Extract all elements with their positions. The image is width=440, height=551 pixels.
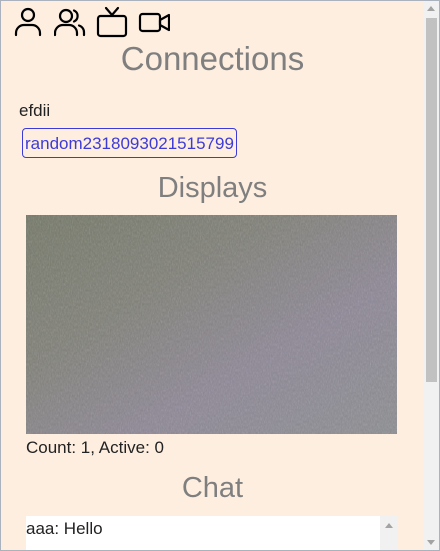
- video-camera-icon[interactable]: [138, 6, 170, 38]
- display-count: Count: 1, Active: 0: [26, 438, 164, 457]
- main-content: Connections efdii random2318093021515799…: [1, 1, 424, 550]
- peer-connection-button[interactable]: random2318093021515799: [22, 128, 237, 158]
- scroll-down-icon[interactable]: [427, 540, 435, 545]
- scrollbar-thumb[interactable]: [426, 18, 437, 382]
- tv-icon[interactable]: [96, 6, 128, 38]
- chat-scroll-up-icon[interactable]: [385, 523, 393, 528]
- chat-message: aaa: Hello: [26, 519, 103, 538]
- users-icon[interactable]: [54, 6, 86, 38]
- user-icon[interactable]: [12, 6, 44, 38]
- scroll-up-icon[interactable]: [427, 6, 435, 11]
- displays-heading: Displays: [157, 172, 268, 204]
- video-display[interactable]: [26, 215, 397, 434]
- chat-heading: Chat: [181, 472, 244, 504]
- toolbar: [12, 6, 170, 38]
- app-window: Connections efdii random2318093021515799…: [0, 0, 440, 551]
- chat-scrollbar[interactable]: [380, 516, 397, 550]
- camera-feed-image: [26, 215, 397, 434]
- page-scrollbar[interactable]: [424, 1, 439, 550]
- connections-heading: Connections: [120, 40, 305, 77]
- connection-name: efdii: [19, 101, 51, 120]
- chat-log[interactable]: aaa: Hello: [26, 516, 397, 550]
